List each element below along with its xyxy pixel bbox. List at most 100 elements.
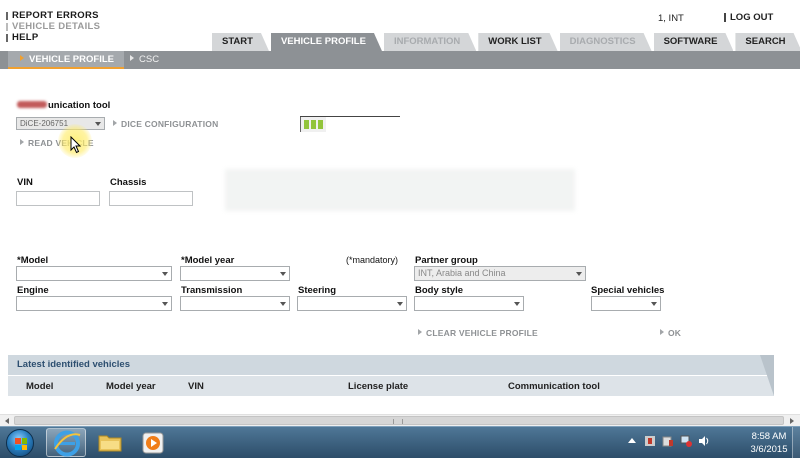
blurred-area bbox=[225, 169, 575, 211]
model-year-label: *Model year bbox=[181, 255, 235, 266]
show-desktop-button[interactable] bbox=[792, 427, 800, 458]
communication-tool-label: unication tool bbox=[48, 100, 111, 111]
chevron-down-icon bbox=[651, 302, 657, 306]
special-vehicles-label: Special vehicles bbox=[591, 285, 665, 296]
partner-group-select[interactable]: INT, Arabia and China bbox=[414, 266, 586, 281]
column-model-year[interactable]: Model year bbox=[106, 381, 156, 392]
arrow-right-icon bbox=[418, 329, 422, 335]
ok-label: OK bbox=[668, 328, 682, 338]
scroll-left-button[interactable] bbox=[2, 416, 14, 426]
body-style-select[interactable] bbox=[414, 296, 524, 311]
tab-software[interactable]: SOFTWARE bbox=[654, 33, 734, 51]
communication-tool-heading: unication tool bbox=[17, 100, 110, 111]
column-communication-tool[interactable]: Communication tool bbox=[508, 381, 600, 392]
windows-logo-icon bbox=[15, 438, 27, 450]
chassis-label: Chassis bbox=[110, 177, 147, 188]
connection-progress bbox=[300, 116, 400, 132]
vin-input[interactable] bbox=[16, 191, 100, 206]
taskbar-clock[interactable]: 8:58 AM 3/6/2015 bbox=[742, 430, 796, 456]
tab-work-list[interactable]: WORK LIST bbox=[478, 33, 557, 51]
model-select[interactable] bbox=[16, 266, 172, 281]
scrollbar-thumb[interactable] bbox=[14, 416, 784, 425]
explorer-taskbar-button[interactable] bbox=[90, 428, 130, 457]
media-player-taskbar-button[interactable] bbox=[133, 428, 173, 457]
engine-select[interactable] bbox=[16, 296, 172, 311]
clock-date: 3/6/2015 bbox=[750, 444, 788, 455]
subtab-csc[interactable]: CSC bbox=[130, 51, 159, 69]
taskbar: 8:58 AM 3/6/2015 bbox=[0, 426, 800, 458]
tab-vehicle-profile[interactable]: VEHICLE PROFILE bbox=[271, 33, 382, 51]
arrow-right-icon bbox=[20, 139, 24, 145]
special-vehicles-select[interactable] bbox=[591, 296, 661, 311]
latest-vehicles-header: Model Model year VIN License plate Commu… bbox=[8, 376, 774, 396]
utility-menu: REPORT ERRORS VEHICLE DETAILS HELP bbox=[6, 10, 100, 43]
partner-group-value: INT, Arabia and China bbox=[418, 268, 506, 278]
device-icon[interactable] bbox=[662, 435, 674, 447]
column-vin[interactable]: VIN bbox=[188, 381, 204, 392]
model-year-select[interactable] bbox=[180, 266, 290, 281]
chevron-down-icon bbox=[95, 122, 101, 126]
model-label: *Model bbox=[17, 255, 49, 266]
chevron-down-icon bbox=[576, 272, 582, 276]
action-center-flag-icon[interactable] bbox=[644, 435, 656, 447]
transmission-select[interactable] bbox=[180, 296, 290, 311]
scroll-right-button[interactable] bbox=[786, 416, 798, 426]
tab-search[interactable]: SEARCH bbox=[735, 33, 800, 51]
redacted-text bbox=[17, 101, 47, 108]
help-link[interactable]: HELP bbox=[6, 32, 100, 43]
media-player-icon bbox=[142, 432, 164, 454]
menu-bullet-icon bbox=[724, 13, 726, 22]
main-tabs: START VEHICLE PROFILE INFORMATION WORK L… bbox=[212, 33, 800, 51]
grip-icon bbox=[393, 419, 403, 424]
subtab-csc-label: CSC bbox=[139, 54, 160, 65]
folder-icon bbox=[98, 435, 122, 452]
subtab-vehicle-profile[interactable]: VEHICLE PROFILE bbox=[8, 51, 124, 69]
menu-bullet-icon bbox=[6, 33, 8, 42]
vehicle-profile-content: unication tool DiCE-206751 DICE CONFIGUR… bbox=[0, 69, 800, 414]
clear-vehicle-profile-label: CLEAR VEHICLE PROFILE bbox=[426, 328, 538, 338]
mandatory-note: (*mandatory) bbox=[346, 255, 399, 265]
arrow-right-icon bbox=[130, 55, 134, 61]
mouse-pointer-icon bbox=[70, 136, 82, 154]
start-button[interactable] bbox=[6, 429, 34, 457]
progress-segment bbox=[318, 120, 323, 129]
scroll-right-icon bbox=[790, 418, 794, 424]
logout-link[interactable]: LOG OUT bbox=[724, 12, 773, 23]
dice-select[interactable]: DiCE-206751 bbox=[16, 117, 105, 130]
steering-select[interactable] bbox=[297, 296, 407, 311]
vehicle-details-label: VEHICLE DETAILS bbox=[12, 21, 101, 32]
column-model[interactable]: Model bbox=[26, 381, 53, 392]
chevron-down-icon bbox=[162, 272, 168, 276]
report-errors-link[interactable]: REPORT ERRORS bbox=[6, 10, 100, 21]
progress-box bbox=[300, 117, 326, 132]
chevron-down-icon bbox=[514, 302, 520, 306]
help-label: HELP bbox=[12, 32, 39, 43]
arrow-right-icon bbox=[113, 120, 117, 126]
chevron-down-icon bbox=[162, 302, 168, 306]
show-hidden-icons-icon[interactable] bbox=[626, 435, 638, 447]
dice-configuration-label: DICE CONFIGURATION bbox=[121, 119, 219, 129]
report-errors-label: REPORT ERRORS bbox=[12, 10, 99, 21]
horizontal-scrollbar[interactable] bbox=[0, 414, 800, 426]
chevron-down-icon bbox=[397, 302, 403, 306]
latest-vehicles-panel: Latest identified vehicles Model Model y… bbox=[8, 355, 774, 399]
clear-vehicle-profile-button[interactable]: CLEAR VEHICLE PROFILE bbox=[418, 328, 538, 338]
internet-explorer-taskbar-button[interactable] bbox=[46, 428, 86, 457]
chassis-input[interactable] bbox=[109, 191, 193, 206]
steering-label: Steering bbox=[298, 285, 337, 296]
dice-configuration-button[interactable]: DICE CONFIGURATION bbox=[113, 119, 218, 129]
tab-start[interactable]: START bbox=[212, 33, 269, 51]
vehicle-details-link[interactable]: VEHICLE DETAILS bbox=[6, 21, 100, 32]
ok-button[interactable]: OK bbox=[660, 328, 681, 338]
chevron-down-icon bbox=[280, 302, 286, 306]
chevron-down-icon bbox=[280, 272, 286, 276]
progress-segment bbox=[311, 120, 316, 129]
tab-information[interactable]: INFORMATION bbox=[384, 33, 476, 51]
speaker-icon[interactable] bbox=[698, 435, 710, 447]
tab-diagnostics[interactable]: DIAGNOSTICS bbox=[560, 33, 652, 51]
menu-bullet-icon bbox=[6, 22, 8, 31]
network-icon[interactable] bbox=[680, 435, 692, 447]
partner-group-label: Partner group bbox=[415, 255, 478, 266]
arrow-right-icon bbox=[660, 329, 664, 335]
column-license-plate[interactable]: License plate bbox=[348, 381, 408, 392]
